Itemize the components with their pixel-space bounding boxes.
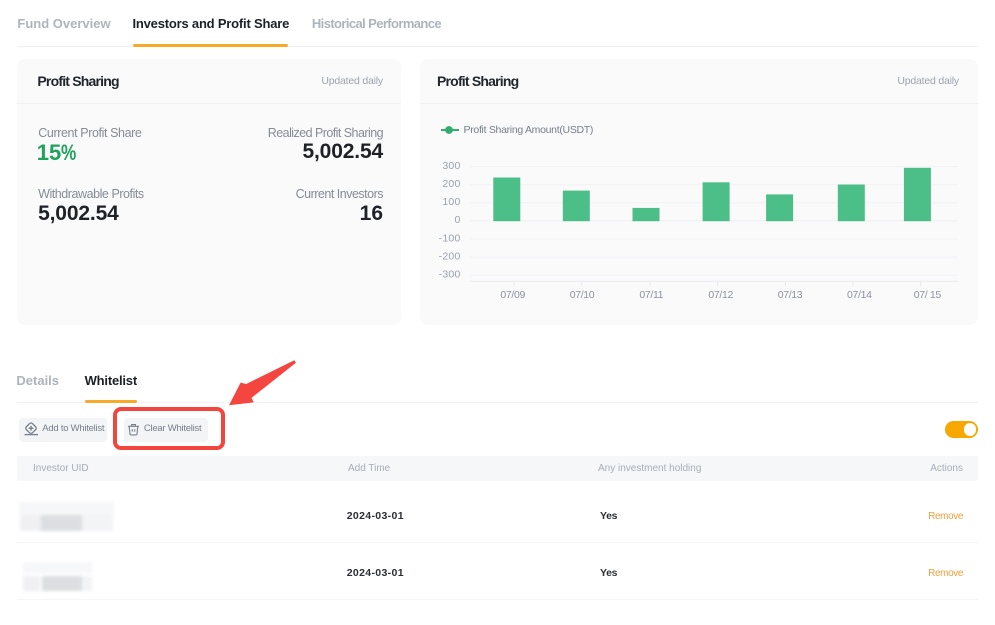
svg-text:300: 300	[442, 160, 460, 172]
svg-text:-100: -100	[439, 232, 461, 244]
svg-text:07/09: 07/09	[500, 289, 525, 301]
svg-text:07/12: 07/12	[708, 289, 733, 301]
svg-text:07/10: 07/10	[570, 289, 595, 301]
svg-text:200: 200	[442, 178, 460, 190]
svg-text:100: 100	[442, 196, 460, 208]
svg-text:0: 0	[454, 214, 460, 226]
svg-text:-200: -200	[439, 250, 461, 262]
svg-text:-300: -300	[439, 269, 461, 281]
svg-text:07/ 15: 07/ 15	[914, 289, 942, 301]
svg-text:07/13: 07/13	[778, 289, 803, 301]
svg-text:07/11: 07/11	[639, 289, 663, 301]
svg-text:07/14: 07/14	[847, 289, 872, 301]
